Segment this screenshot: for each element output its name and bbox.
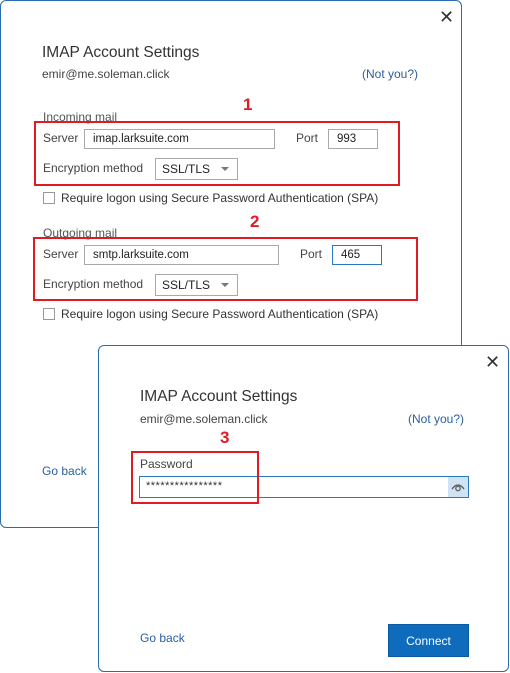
connect-button[interactable]: Connect [388,624,469,657]
go-back-link[interactable]: Go back [42,464,87,478]
annotation-box-3 [131,451,259,504]
close-icon[interactable]: ✕ [439,8,454,26]
annotation-number-2: 2 [250,212,260,231]
annotation-number-1: 1 [243,95,253,114]
annotation-number-3: 3 [220,428,230,447]
dialog-title: IMAP Account Settings [42,44,200,61]
annotation-box-2 [33,237,418,301]
not-you-link[interactable]: (Not you?) [362,67,418,81]
imap-settings-dialog-password: ✕ IMAP Account Settings emir@me.soleman.… [98,345,509,672]
outgoing-spa-checkbox[interactable] [43,308,55,320]
not-you-link[interactable]: (Not you?) [408,412,464,426]
eye-icon[interactable] [448,477,468,497]
account-email: emir@me.soleman.click [140,412,268,426]
dialog-title: IMAP Account Settings [140,388,298,405]
close-icon[interactable]: ✕ [485,353,500,371]
annotation-box-1 [34,121,400,186]
outgoing-spa-label: Require logon using Secure Password Auth… [61,307,379,321]
go-back-link[interactable]: Go back [140,631,185,645]
incoming-spa-label: Require logon using Secure Password Auth… [61,191,379,205]
account-email: emir@me.soleman.click [42,67,170,81]
incoming-spa-checkbox[interactable] [43,192,55,204]
